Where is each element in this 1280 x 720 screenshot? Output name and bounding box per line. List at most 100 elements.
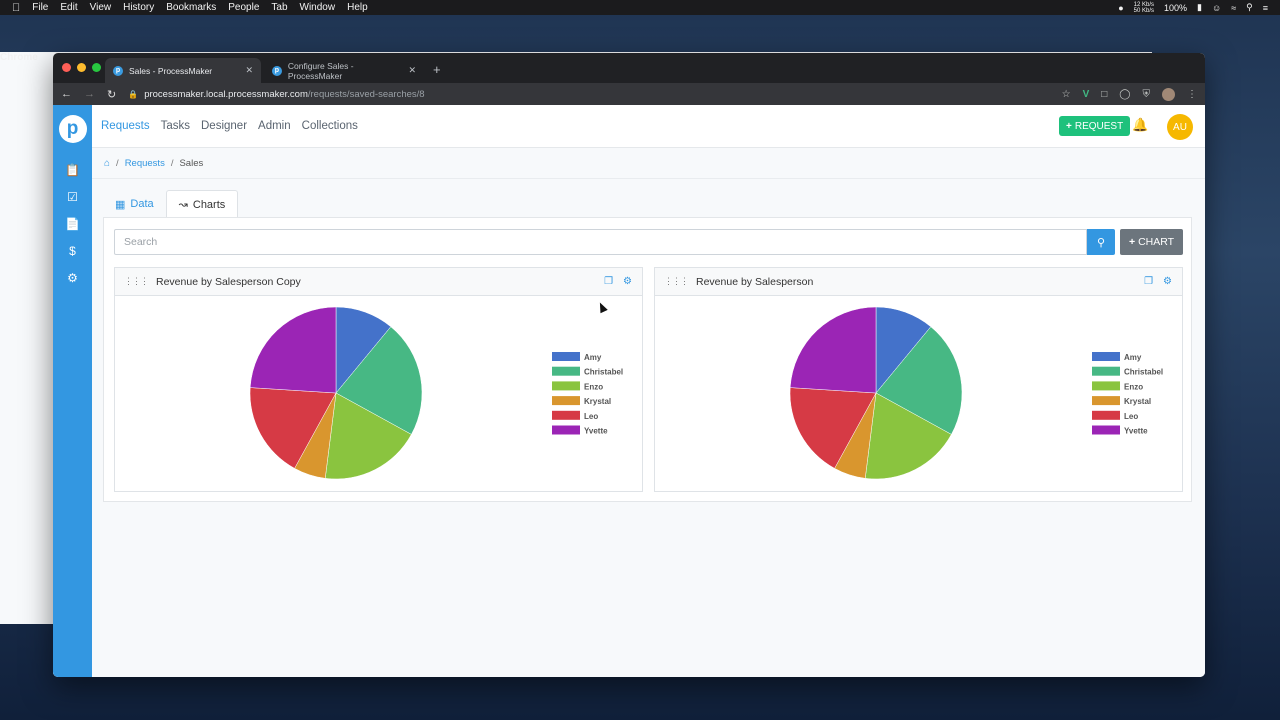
legend-swatch[interactable]	[1092, 352, 1120, 361]
legend-label[interactable]: Yvette	[1124, 427, 1148, 436]
tab-charts[interactable]: ↝ Charts	[165, 190, 239, 218]
nav-collections[interactable]: Collections	[302, 120, 358, 132]
chart-title: Revenue by Salesperson Copy	[156, 275, 301, 288]
legend-swatch[interactable]	[552, 381, 580, 391]
user-icon[interactable]: ☺	[1212, 3, 1221, 13]
user-avatar[interactable]: AU	[1167, 114, 1193, 140]
new-tab-icon[interactable]: +	[433, 62, 441, 77]
legend-swatch[interactable]	[1092, 410, 1120, 420]
nav-designer[interactable]: Designer	[201, 120, 247, 132]
nav-tasks[interactable]: Tasks	[161, 120, 190, 132]
legend-swatch[interactable]	[1092, 366, 1120, 376]
address-bar: ← → ↻ 🔒 processmaker.local.processmaker.…	[53, 83, 1205, 105]
extension-icon[interactable]: □	[1101, 89, 1107, 100]
bell-icon[interactable]: 🔔	[1132, 117, 1148, 133]
breadcrumb-separator: /	[170, 158, 174, 169]
requests-clipboard-icon[interactable]: 📋	[65, 163, 81, 177]
legend-label[interactable]: Enzo	[584, 382, 603, 391]
legend-label[interactable]: Christabel	[584, 368, 623, 377]
legend-label[interactable]: Yvette	[584, 427, 608, 436]
browser-tab-configure-sales[interactable]: p Configure Sales - ProcessMaker ✕	[264, 58, 424, 83]
legend-swatch[interactable]	[552, 352, 580, 361]
home-icon[interactable]: ⌂	[104, 158, 110, 169]
drag-handle-icon[interactable]: ⋮⋮⋮	[664, 276, 689, 287]
nav-admin[interactable]: Admin	[258, 120, 291, 132]
tasks-check-icon[interactable]: ☑	[65, 190, 81, 204]
shield-icon[interactable]: ⛨	[1143, 89, 1151, 100]
dollar-icon[interactable]: $	[65, 244, 81, 258]
breadcrumb-current: Sales	[179, 158, 204, 169]
close-tab-icon[interactable]: ✕	[245, 65, 253, 76]
gear-icon[interactable]: ⚙	[65, 271, 81, 285]
vue-devtools-icon[interactable]: V	[1083, 89, 1090, 100]
menu-help[interactable]: Help	[347, 2, 368, 13]
menu-file[interactable]: File	[32, 2, 48, 13]
legend-swatch[interactable]	[1092, 381, 1120, 391]
forward-icon[interactable]: →	[84, 88, 95, 100]
chart-card: ⋮⋮⋮ Revenue by Salesperson ❐ ⚙ Amy Christ…	[654, 267, 1183, 492]
menu-bookmarks[interactable]: Bookmarks	[166, 2, 216, 13]
bookmark-star-icon[interactable]: ☆	[1062, 89, 1071, 100]
search-icon[interactable]: ⚲	[1246, 2, 1253, 13]
url-field[interactable]: 🔒 processmaker.local.processmaker.com /r…	[128, 89, 424, 100]
legend-label[interactable]: Krystal	[584, 397, 611, 406]
copy-icon[interactable]: ❐	[604, 276, 613, 287]
profile-avatar[interactable]	[1162, 87, 1175, 101]
search-input[interactable]: Search	[114, 229, 1087, 255]
nav-requests[interactable]: Requests	[101, 120, 150, 132]
extension-icon[interactable]: ◯	[1119, 89, 1130, 100]
add-chart-label: CHART	[1138, 236, 1175, 248]
legend-swatch[interactable]	[552, 396, 580, 406]
menu-window[interactable]: Window	[300, 2, 336, 13]
copy-icon[interactable]: ❐	[1144, 276, 1153, 287]
close-tab-icon[interactable]: ✕	[408, 65, 416, 76]
close-window-button[interactable]	[62, 63, 71, 72]
table-icon: ▦	[115, 198, 126, 211]
legend-label[interactable]: Amy	[584, 353, 602, 362]
list-icon[interactable]: ≡	[1263, 3, 1268, 13]
add-chart-button[interactable]: + CHART	[1120, 229, 1183, 255]
gear-icon[interactable]: ⚙	[623, 276, 632, 287]
legend-label[interactable]: Amy	[1124, 353, 1142, 362]
browser-extensions: ☆ V □ ◯ ⛨ ⋮	[1062, 87, 1197, 101]
legend-label[interactable]: Christabel	[1124, 368, 1163, 377]
legend-swatch[interactable]	[1092, 425, 1120, 435]
chart-card-header[interactable]: ⋮⋮⋮ Revenue by Salesperson Copy ❐ ⚙	[115, 268, 642, 296]
menu-view[interactable]: View	[90, 2, 112, 13]
legend-swatch[interactable]	[552, 425, 580, 435]
tab-data[interactable]: ▦ Data	[103, 190, 166, 218]
menu-edit[interactable]: Edit	[60, 2, 77, 13]
processmaker-logo[interactable]: p	[58, 115, 87, 143]
menu-people[interactable]: People	[228, 2, 259, 13]
browser-tab-sales[interactable]: p Sales - ProcessMaker ✕	[105, 58, 261, 83]
record-icon[interactable]: ●	[1118, 3, 1123, 13]
legend-swatch[interactable]	[552, 366, 580, 376]
designer-clipboard-icon[interactable]: 📄	[65, 217, 81, 231]
menu-history[interactable]: History	[123, 2, 154, 13]
tab-charts-label: Charts	[192, 198, 226, 211]
legend-swatch[interactable]	[552, 410, 580, 420]
apple-icon[interactable]: 	[12, 2, 20, 14]
legend-label[interactable]: Leo	[584, 412, 598, 421]
legend-label[interactable]: Leo	[1124, 412, 1138, 421]
back-icon[interactable]: ←	[61, 88, 72, 100]
more-menu-icon[interactable]: ⋮	[1187, 89, 1197, 100]
wifi-icon[interactable]: ≈	[1231, 3, 1236, 13]
chart-card-header[interactable]: ⋮⋮⋮ Revenue by Salesperson ❐ ⚙	[655, 268, 1182, 296]
network-speed: 12 Kb/s 50 Kb/s	[1134, 2, 1154, 14]
macos-menu-bar:  Chrome File Edit View History Bookmark…	[0, 0, 1280, 624]
zoom-window-button[interactable]	[92, 63, 101, 72]
new-request-button[interactable]: + REQUEST	[1059, 116, 1131, 136]
pie-slice-yvette[interactable]	[789, 306, 877, 394]
gear-icon[interactable]: ⚙	[1163, 276, 1172, 287]
pie-slice-yvette[interactable]	[249, 306, 337, 394]
menu-tab[interactable]: Tab	[271, 2, 287, 13]
breadcrumb-requests[interactable]: Requests	[125, 158, 165, 169]
reload-icon[interactable]: ↻	[107, 88, 116, 101]
legend-label[interactable]: Krystal	[1124, 397, 1151, 406]
search-button[interactable]: ⚲	[1087, 229, 1115, 255]
legend-label[interactable]: Enzo	[1124, 382, 1143, 391]
drag-handle-icon[interactable]: ⋮⋮⋮	[124, 276, 149, 287]
legend-swatch[interactable]	[1092, 396, 1120, 406]
minimize-window-button[interactable]	[77, 63, 86, 72]
